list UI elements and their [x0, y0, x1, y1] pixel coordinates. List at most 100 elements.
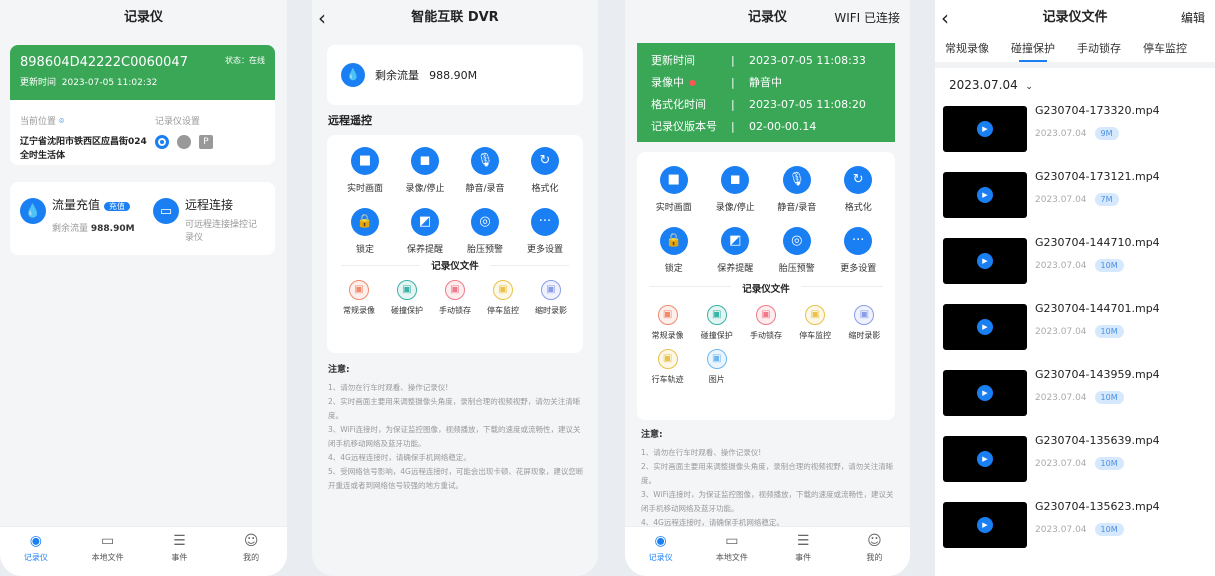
data-remaining-card: 💧 剩余流量 988.90M — [327, 45, 583, 105]
nav-mine[interactable]: ☺ 我的 — [215, 527, 287, 576]
lock-icon: 🔒 — [659, 227, 688, 255]
file-type-label: 手动锁存 — [749, 331, 782, 340]
file-section-title: 记录仪文件 — [420, 258, 490, 272]
control-lock[interactable]: 🔒 锁定 — [335, 208, 395, 255]
control-maintenance[interactable]: ◩ 保养提醒 — [395, 208, 455, 255]
file-type-item[interactable]: ▣ 碰撞保护 — [383, 280, 431, 316]
video-thumbnail[interactable]: ▶ — [943, 172, 1027, 218]
video-item[interactable]: ▶ G230704-173320.mp4 2023.07.04 9M — [935, 96, 1215, 162]
video-thumbnail[interactable]: ▶ — [943, 304, 1027, 350]
play-icon[interactable]: ▶ — [977, 385, 993, 401]
tab-item[interactable]: 常规录像 — [945, 36, 989, 62]
video-thumbnail[interactable]: ▶ — [943, 502, 1027, 548]
nav-events[interactable]: ☰ 事件 — [144, 527, 216, 576]
back-icon[interactable]: ‹ — [941, 0, 949, 36]
control-video[interactable]: ■ 实时画面 — [643, 166, 705, 213]
file-type-item[interactable]: ▣ 碰撞保护 — [692, 305, 741, 341]
file-type-item[interactable]: ▣ 停车监控 — [479, 280, 527, 316]
tab-item[interactable]: 碰撞保护 — [1011, 36, 1055, 62]
video-item[interactable]: ▶ G230704-173121.mp4 2023.07.04 7M — [935, 162, 1215, 228]
file-type-icon: ▣ — [854, 305, 875, 325]
nav-recorder[interactable]: ◉ 记录仪 — [0, 527, 72, 576]
control-more[interactable]: ··· 更多设置 — [828, 227, 890, 274]
video-date: 2023.07.04 — [1035, 129, 1087, 139]
screen-recorder-wifi: 记录仪 WIFI 已连接 更新时间 | 2023-07-05 11:08:33 录像中 ●… — [625, 0, 910, 576]
tab-item[interactable]: 停车监控 — [1143, 36, 1187, 62]
status-row: 记录仪版本号 | 02-00-00.14 — [651, 116, 881, 138]
device-card[interactable]: 898604D42222C0060047 状态：在线 更新时间 2023-07-… — [10, 45, 275, 165]
play-icon[interactable]: ▶ — [977, 121, 993, 137]
file-type-item[interactable]: ▣ 缩时录影 — [527, 280, 575, 316]
screen-recorder-home: 记录仪 898604D42222C0060047 状态：在线 更新时间 2023… — [0, 0, 287, 576]
control-lock[interactable]: 🔒 锁定 — [643, 227, 705, 274]
notes: 注意: 1、请勿在行车时观看、操作记录仪! 2、实时画面主要用来调整摄像头角度，录制… — [328, 363, 586, 493]
nav-recorder[interactable]: ◉ 记录仪 — [625, 527, 696, 576]
file-type-item[interactable]: ▣ 停车监控 — [791, 305, 840, 341]
video-item[interactable]: ▶ G230704-144710.mp4 2023.07.04 10M — [935, 228, 1215, 294]
control-tire[interactable]: ◎ 胎压预警 — [766, 227, 828, 274]
date-selector[interactable]: 2023.07.04 ⌄ — [935, 68, 1215, 96]
recharge-button[interactable]: 充值 — [103, 202, 130, 211]
device-status-card: 更新时间 | 2023-07-05 11:08:33 录像中 ● | 静音中 格式化时间 | 20… — [637, 43, 895, 142]
note-item: 1、请勿在行车时观看、操作记录仪! — [328, 383, 449, 392]
remaining-label: 剩余流量 — [375, 69, 419, 82]
control-stop[interactable]: ◼ 录像/停止 — [705, 166, 767, 213]
video-name: G230704-143959.mp4 — [1035, 368, 1160, 381]
file-type-item[interactable]: ▣ 手动锁存 — [431, 280, 479, 316]
camera-icon: ▭ — [153, 198, 179, 224]
parking-setting-icon[interactable]: P — [199, 135, 213, 149]
nav-local-files[interactable]: ▭ 本地文件 — [696, 527, 767, 576]
recording-dot-icon: ● — [689, 78, 696, 87]
smiley-icon: ☺ — [867, 533, 882, 549]
control-stop[interactable]: ◼ 录像/停止 — [395, 147, 455, 194]
video-size-badge: 10M — [1094, 325, 1124, 338]
control-refresh[interactable]: ↻ 格式化 — [828, 166, 890, 213]
video-thumbnail[interactable]: ▶ — [943, 436, 1027, 482]
page-title: 记录仪文件 — [1042, 10, 1108, 25]
file-type-item[interactable]: ▣ 缩时录影 — [840, 305, 889, 341]
remote-connect-item[interactable]: ▭ 远程连接 可远程连接操控记录仪 — [153, 196, 265, 243]
file-type-item[interactable]: ▣ 图片 — [692, 349, 741, 385]
play-icon[interactable]: ▶ — [977, 451, 993, 467]
play-icon[interactable]: ▶ — [977, 187, 993, 203]
more-icon: ··· — [531, 208, 559, 236]
control-tire[interactable]: ◎ 胎压预警 — [455, 208, 515, 255]
video-thumbnail[interactable]: ▶ — [943, 106, 1027, 152]
control-mic[interactable]: 🎙 静音/录音 — [766, 166, 828, 213]
control-video[interactable]: ■ 实时画面 — [335, 147, 395, 194]
play-icon[interactable]: ▶ — [977, 517, 993, 533]
play-icon[interactable]: ▶ — [977, 319, 993, 335]
note-item: 4、4G远程连接时，请确保手机网络稳定。 — [328, 453, 471, 462]
tab-item[interactable]: 手动锁存 — [1077, 36, 1121, 62]
recharge-item[interactable]: 💧 流量充值 充值 剩余流量 988.90M — [20, 196, 153, 241]
nav-events[interactable]: ☰ 事件 — [768, 527, 839, 576]
file-type-item[interactable]: ▣ 常规录像 — [643, 305, 692, 341]
file-type-item[interactable]: ▣ 行车轨迹 — [643, 349, 692, 385]
bottom-nav: ◉ 记录仪 ▭ 本地文件 ☰ 事件 ☺ 我的 — [0, 526, 287, 576]
control-mic[interactable]: 🎙 静音/录音 — [455, 147, 515, 194]
screen-recorder-files: ‹ 记录仪文件 编辑 常规录像 碰撞保护 手动锁存 停车监控 2023.07.04 ⌄ ▶… — [935, 0, 1215, 576]
edit-button[interactable]: 编辑 — [1181, 0, 1205, 36]
video-thumbnail[interactable]: ▶ — [943, 238, 1027, 284]
mute-setting-icon[interactable] — [177, 135, 191, 149]
nav-mine[interactable]: ☺ 我的 — [839, 527, 910, 576]
video-item[interactable]: ▶ G230704-135623.mp4 2023.07.04 10M — [935, 492, 1215, 558]
nav-local-files[interactable]: ▭ 本地文件 — [72, 527, 144, 576]
lock-icon: 🔒 — [351, 208, 379, 236]
remote-desc: 可远程连接操控记录仪 — [185, 220, 258, 243]
back-icon[interactable]: ‹ — [318, 0, 326, 36]
control-more[interactable]: ··· 更多设置 — [515, 208, 575, 255]
file-type-item[interactable]: ▣ 常规录像 — [335, 280, 383, 316]
video-item[interactable]: ▶ G230704-135639.mp4 2023.07.04 10M — [935, 426, 1215, 492]
mic-icon: 🎙 — [471, 147, 499, 175]
tire-icon: ◎ — [471, 208, 499, 236]
record-setting-icon[interactable] — [155, 135, 169, 149]
control-refresh[interactable]: ↻ 格式化 — [515, 147, 575, 194]
video-item[interactable]: ▶ G230704-143959.mp4 2023.07.04 10M — [935, 360, 1215, 426]
control-maintenance[interactable]: ◩ 保养提醒 — [705, 227, 767, 274]
video-thumbnail[interactable]: ▶ — [943, 370, 1027, 416]
water-drop-icon: 💧 — [20, 198, 46, 224]
play-icon[interactable]: ▶ — [977, 253, 993, 269]
file-type-item[interactable]: ▣ 手动锁存 — [741, 305, 790, 341]
video-item[interactable]: ▶ G230704-144701.mp4 2023.07.04 10M — [935, 294, 1215, 360]
